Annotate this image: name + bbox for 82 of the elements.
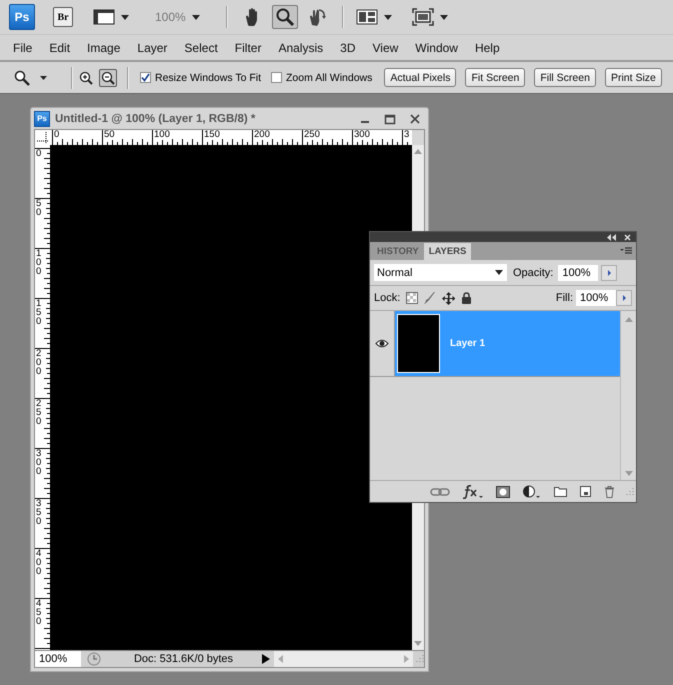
caret-icon xyxy=(495,270,503,275)
option-button[interactable]: Fit Screen xyxy=(465,68,526,87)
menu-item[interactable]: Window xyxy=(415,40,458,54)
ruler-label: 150 xyxy=(36,299,46,326)
layer-name: Layer 1 xyxy=(450,338,486,349)
brush-icon[interactable] xyxy=(424,291,436,305)
checkbox-label[interactable]: Zoom All Windows xyxy=(286,72,372,84)
move-icon[interactable] xyxy=(442,292,456,304)
checkbox-label[interactable]: Resize Windows To Fit xyxy=(155,72,262,84)
menu-item[interactable]: Select xyxy=(184,40,218,54)
ruler-label: 400 xyxy=(36,549,46,576)
panel-tab[interactable]: LAYERS xyxy=(424,243,472,260)
search-tool[interactable] xyxy=(272,5,298,29)
zoom-in-icon xyxy=(79,70,93,84)
menu-item[interactable]: File xyxy=(13,40,32,54)
menu-item[interactable]: Help xyxy=(474,40,500,54)
ruler-label: 300 xyxy=(354,130,371,140)
arrange-documents-icon[interactable] xyxy=(356,9,378,25)
ruler-label: 350 xyxy=(36,499,46,526)
resize-grip-icon[interactable] xyxy=(624,486,634,496)
menu-item[interactable]: Edit xyxy=(49,40,70,54)
mask-icon[interactable] xyxy=(496,486,510,498)
menu-item[interactable]: 3D xyxy=(340,40,356,54)
ruler-label: 50 xyxy=(36,199,46,217)
menu-item[interactable]: Filter xyxy=(234,40,262,54)
menu-item[interactable]: Analysis xyxy=(278,40,324,54)
caret-icon[interactable] xyxy=(40,76,47,80)
caret-icon[interactable] xyxy=(384,14,392,20)
link-icon[interactable] xyxy=(430,486,450,496)
adjustment-icon[interactable] xyxy=(523,484,541,498)
opacity-field[interactable]: 100% xyxy=(558,264,598,280)
option-button[interactable]: Actual Pixels xyxy=(384,68,456,87)
screen-mode-icon[interactable] xyxy=(412,8,434,26)
folder-icon[interactable] xyxy=(554,486,567,497)
app-logo[interactable]: Ps xyxy=(9,4,35,30)
ruler-label: 250 xyxy=(304,130,321,140)
fill-label: Fill: xyxy=(556,292,573,304)
trash-icon[interactable] xyxy=(604,486,615,498)
app-logo: Ps xyxy=(34,110,50,126)
eye-icon xyxy=(375,339,389,348)
fill-field[interactable]: 100% xyxy=(576,290,616,306)
maximize-icon[interactable] xyxy=(384,112,396,124)
effects-icon[interactable] xyxy=(463,484,483,498)
zoom-out-button[interactable] xyxy=(99,68,117,86)
option-button[interactable]: Print Size xyxy=(604,68,662,87)
ruler-label: 150 xyxy=(204,130,221,140)
layer-thumbnail xyxy=(397,314,440,373)
menu-item[interactable]: Layer xyxy=(137,40,168,54)
checkbox[interactable] xyxy=(140,72,151,83)
zoom-out-icon xyxy=(101,70,115,84)
caret-icon[interactable] xyxy=(192,14,200,20)
opacity-label: Opacity: xyxy=(513,266,554,278)
lock-transparency-icon[interactable] xyxy=(406,292,418,304)
ruler-label: 100 xyxy=(36,249,46,276)
window-title: Untitled-1 @ 100% (Layer 1, RGB/8) * xyxy=(55,112,256,124)
ruler-label: 250 xyxy=(36,399,46,426)
arrow-right-icon[interactable] xyxy=(616,290,632,306)
ruler-label: 200 xyxy=(36,349,46,376)
ruler-label: 0 xyxy=(54,130,60,140)
ruler-label: 300 xyxy=(36,449,46,476)
checkbox[interactable] xyxy=(271,72,282,83)
search-icon[interactable] xyxy=(14,70,30,86)
bridge-button[interactable]: Br xyxy=(53,7,73,27)
search-icon xyxy=(274,7,295,27)
lock-icon[interactable] xyxy=(461,292,472,304)
ruler-label: 50 xyxy=(104,130,116,140)
blend-mode-dropdown[interactable]: Normal xyxy=(374,264,507,281)
menu-item[interactable]: Image xyxy=(87,40,120,54)
ruler-label: 3 xyxy=(404,130,410,140)
new-layer-icon[interactable] xyxy=(580,486,591,497)
menu-item[interactable]: View xyxy=(372,40,398,54)
caret-icon[interactable] xyxy=(440,14,448,20)
panel-menu-icon[interactable] xyxy=(620,247,632,255)
ruler-label: 100 xyxy=(154,130,171,140)
lock-label: Lock: xyxy=(374,292,400,304)
close-icon[interactable] xyxy=(409,112,421,124)
arrow-right-icon[interactable] xyxy=(601,264,618,280)
ruler-origin[interactable] xyxy=(35,130,50,145)
option-button[interactable]: Fill Screen xyxy=(534,68,596,87)
caret-icon[interactable] xyxy=(121,14,129,20)
ruler-label: 200 xyxy=(254,130,271,140)
ruler-label: 450 xyxy=(36,599,46,626)
